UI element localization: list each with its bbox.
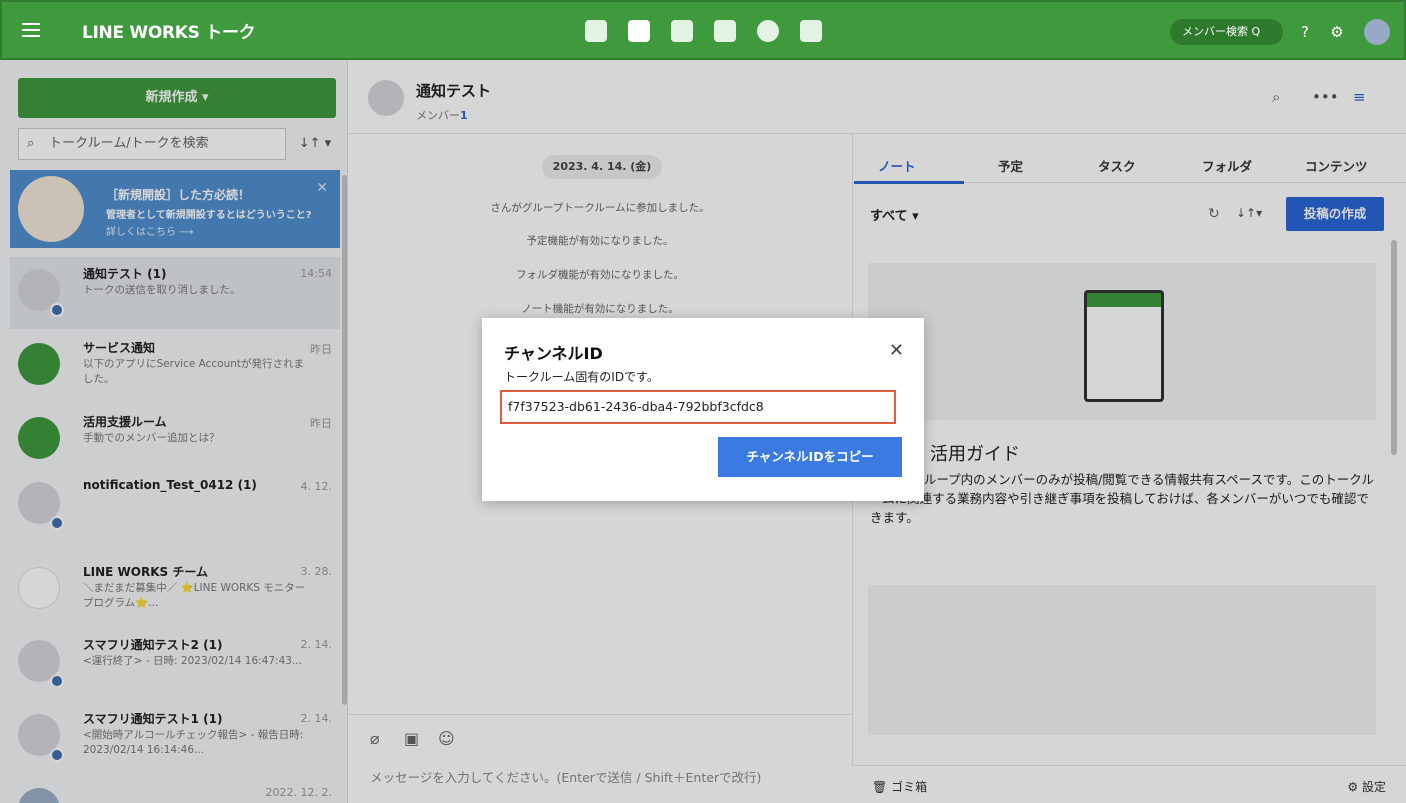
copy-channel-id-button[interactable]: チャンネルIDをコピー: [718, 437, 902, 477]
task-app-icon[interactable]: [757, 20, 779, 42]
contacts-app-icon[interactable]: [714, 20, 736, 42]
channel-id-dialog: チャンネルID トークルーム固有のIDです。 ✕ f7f37523-db61-2…: [482, 318, 924, 501]
app-title: LINE WORKS トーク: [82, 23, 256, 43]
channel-id-field[interactable]: f7f37523-db61-2436-dba4-792bbf3cfdc8: [500, 390, 896, 424]
close-icon[interactable]: ✕: [889, 340, 904, 361]
dialog-subtitle: トークルーム固有のIDです。: [504, 370, 659, 384]
member-search-button[interactable]: メンバー検索 Q: [1170, 19, 1283, 45]
form-app-icon[interactable]: [800, 20, 822, 42]
dialog-title: チャンネルID: [504, 344, 603, 363]
talk-app-icon[interactable]: [628, 20, 650, 42]
help-icon[interactable]: ?: [1294, 21, 1316, 43]
menu-icon[interactable]: [22, 23, 40, 37]
calendar-app-icon[interactable]: [671, 20, 693, 42]
top-bar: LINE WORKS トーク メンバー検索 Q ? ⚙: [0, 0, 1406, 60]
user-avatar[interactable]: [1364, 19, 1390, 45]
note-app-icon[interactable]: [585, 20, 607, 42]
settings-icon[interactable]: ⚙: [1326, 21, 1348, 43]
